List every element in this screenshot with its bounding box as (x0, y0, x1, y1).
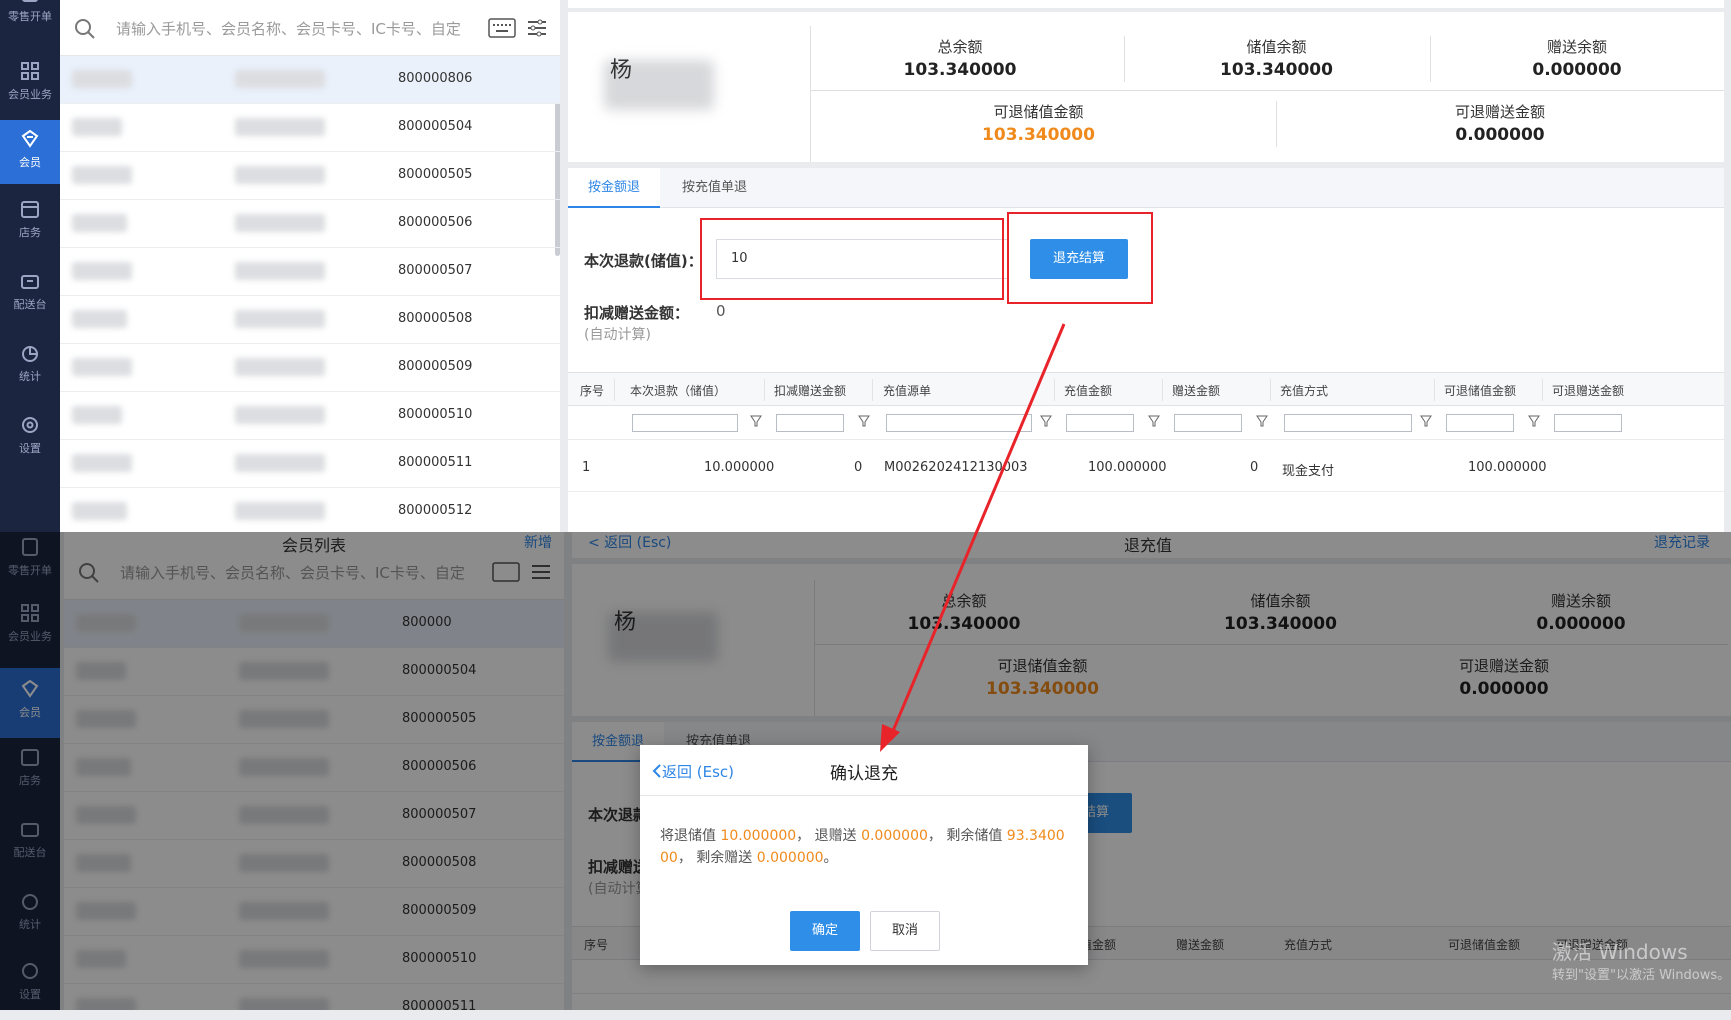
annotation-arrow (880, 323, 1066, 752)
